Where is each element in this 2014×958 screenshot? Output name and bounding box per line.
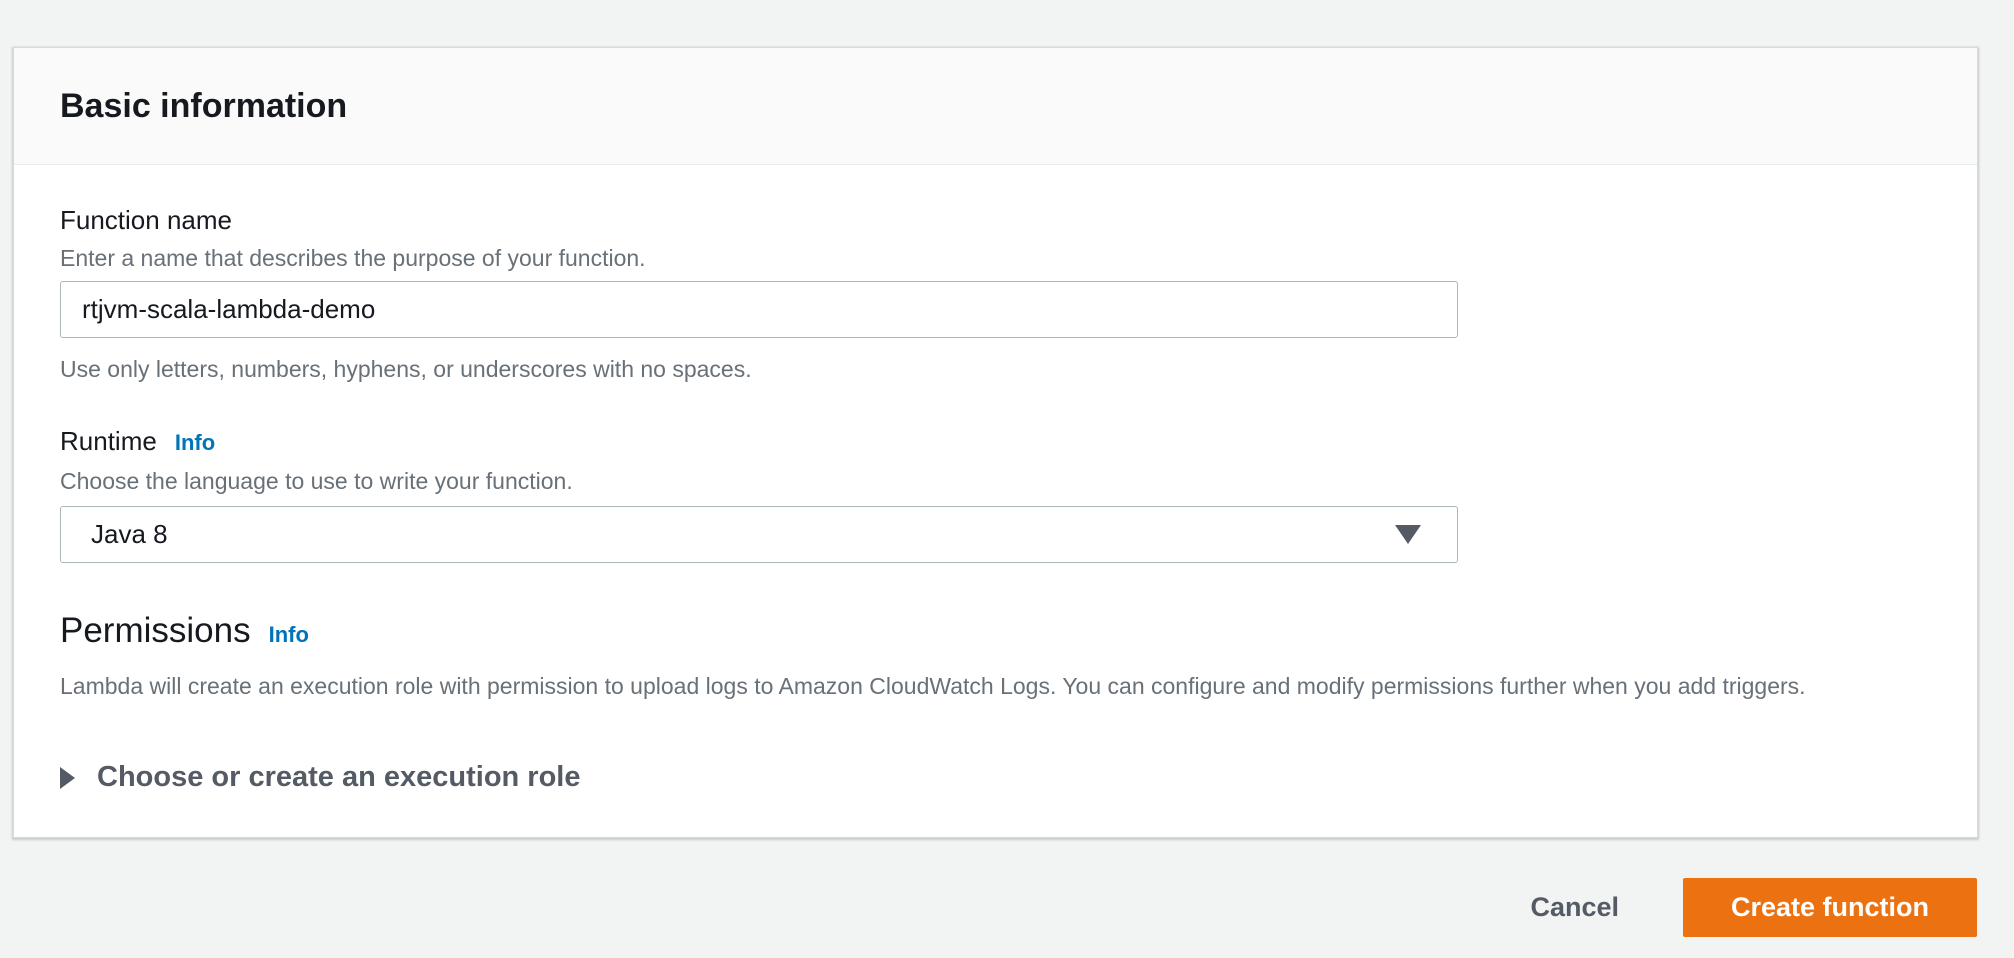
function-name-input[interactable]: [60, 281, 1458, 338]
cancel-button[interactable]: Cancel: [1530, 892, 1619, 923]
function-name-hint: Use only letters, numbers, hyphens, or u…: [60, 354, 1931, 384]
runtime-description: Choose the language to use to write your…: [60, 466, 1931, 496]
basic-information-card: Basic information Function name Enter a …: [13, 47, 1978, 838]
runtime-select-value: Java 8: [91, 519, 168, 550]
runtime-field: Runtime Info Choose the language to use …: [60, 424, 1931, 563]
card-header: Basic information: [14, 48, 1977, 165]
runtime-select[interactable]: Java 8: [60, 506, 1458, 563]
function-name-label: Function name: [60, 203, 1931, 237]
runtime-info-link[interactable]: Info: [175, 426, 215, 460]
function-name-label-text: Function name: [60, 203, 232, 237]
create-function-page: Basic information Function name Enter a …: [0, 0, 2014, 958]
card-title: Basic information: [60, 87, 347, 126]
permissions-info-link[interactable]: Info: [269, 622, 309, 648]
caret-down-icon: [1395, 525, 1421, 544]
card-body: Function name Enter a name that describe…: [14, 203, 1977, 794]
execution-role-expander[interactable]: Choose or create an execution role: [60, 761, 1931, 794]
permissions-title-row: Permissions Info: [60, 611, 1931, 651]
permissions-description: Lambda will create an execution role wit…: [60, 671, 1931, 701]
create-function-button[interactable]: Create function: [1683, 878, 1977, 937]
function-name-description: Enter a name that describes the purpose …: [60, 243, 1931, 273]
footer-actions: Cancel Create function: [1530, 878, 1977, 937]
runtime-label-row: Runtime Info: [60, 424, 1931, 460]
execution-role-expander-label: Choose or create an execution role: [97, 761, 580, 794]
permissions-title: Permissions: [60, 611, 251, 651]
runtime-label-text: Runtime: [60, 424, 157, 458]
caret-right-icon: [60, 767, 75, 789]
